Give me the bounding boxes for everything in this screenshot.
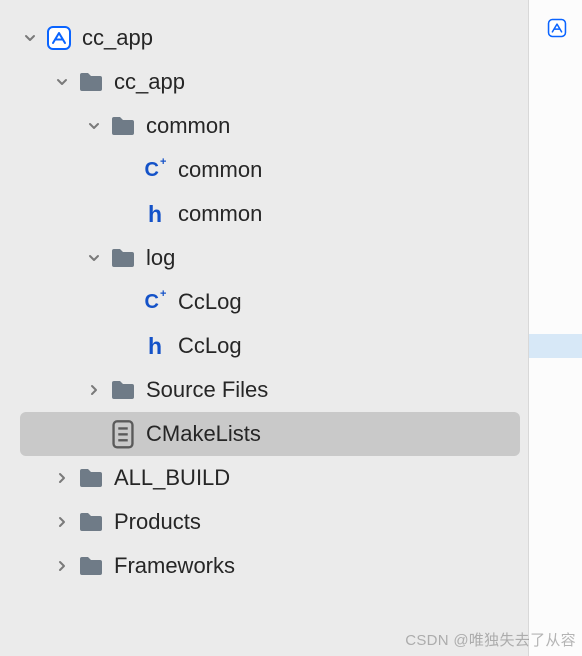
app-icon	[547, 18, 567, 38]
tree-row-folder-all-build[interactable]: ALL_BUILD	[0, 456, 528, 500]
chevron-down-icon[interactable]	[86, 250, 102, 266]
chevron-down-icon[interactable]	[22, 30, 38, 46]
watermark: CSDN @唯独失去了从容	[405, 629, 576, 650]
header-file-icon: h	[142, 333, 168, 359]
app-icon	[46, 25, 72, 51]
editor-pane	[528, 0, 582, 656]
folder-icon	[78, 465, 104, 491]
tree-row-file-cclog-h[interactable]: h CcLog	[0, 324, 528, 368]
chevron-right-icon[interactable]	[54, 470, 70, 486]
tree-row-file-common-cpp[interactable]: C+ common	[0, 148, 528, 192]
text-file-icon	[110, 421, 136, 447]
chevron-down-icon[interactable]	[86, 118, 102, 134]
tree-label: CMakeLists	[146, 421, 261, 447]
tree-label: Source Files	[146, 377, 268, 403]
tree-label: common	[178, 157, 262, 183]
tree-label: common	[146, 113, 230, 139]
folder-icon	[78, 509, 104, 535]
header-file-icon: h	[142, 201, 168, 227]
folder-icon	[110, 377, 136, 403]
tree-label: CcLog	[178, 289, 242, 315]
project-navigator: cc_app cc_app common C+ common h common	[0, 0, 528, 656]
tree-row-target[interactable]: cc_app	[0, 60, 528, 104]
tree-label: log	[146, 245, 175, 271]
tree-row-project[interactable]: cc_app	[0, 16, 528, 60]
chevron-down-icon[interactable]	[54, 74, 70, 90]
cpp-file-icon: C+	[142, 289, 168, 315]
tree-row-folder-source-files[interactable]: Source Files	[0, 368, 528, 412]
tree-label: Frameworks	[114, 553, 235, 579]
tree-row-folder-log[interactable]: log	[0, 236, 528, 280]
folder-icon	[78, 69, 104, 95]
chevron-right-icon[interactable]	[86, 382, 102, 398]
tree-row-folder-frameworks[interactable]: Frameworks	[0, 544, 528, 588]
tree-row-file-cmakelists[interactable]: CMakeLists	[20, 412, 520, 456]
tree-label: Products	[114, 509, 201, 535]
editor-selection	[529, 334, 582, 358]
folder-icon	[110, 113, 136, 139]
tree-row-file-common-h[interactable]: h common	[0, 192, 528, 236]
tree-label: cc_app	[82, 25, 153, 51]
tree-label: CcLog	[178, 333, 242, 359]
tree-row-folder-products[interactable]: Products	[0, 500, 528, 544]
tree-row-file-cclog-cpp[interactable]: C+ CcLog	[0, 280, 528, 324]
tree-row-folder-common[interactable]: common	[0, 104, 528, 148]
tree-label: ALL_BUILD	[114, 465, 230, 491]
tree-label: common	[178, 201, 262, 227]
folder-icon	[78, 553, 104, 579]
cpp-file-icon: C+	[142, 157, 168, 183]
chevron-right-icon[interactable]	[54, 558, 70, 574]
folder-icon	[110, 245, 136, 271]
chevron-right-icon[interactable]	[54, 514, 70, 530]
tree-label: cc_app	[114, 69, 185, 95]
